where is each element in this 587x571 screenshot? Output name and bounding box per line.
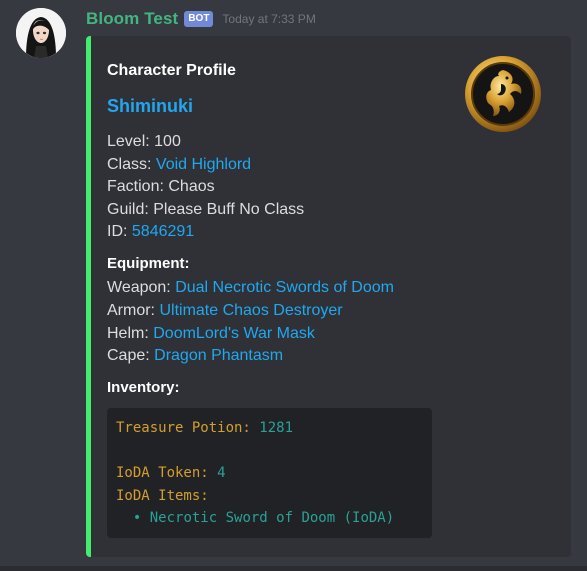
character-name: Shiminuki — [107, 96, 194, 116]
id-link[interactable]: 5846291 — [132, 223, 194, 240]
stat-class: Class: Void Highlord — [107, 154, 304, 177]
code-label: IoDA Token: — [116, 465, 218, 481]
username[interactable]: Bloom Test — [86, 9, 178, 29]
stat-faction: Faction: Chaos — [107, 176, 304, 199]
stat-label: Class: — [107, 155, 156, 173]
equip-cape: Cape: Dragon Phantasm — [107, 345, 394, 368]
treasure-line: Treasure Potion: 1281 — [116, 417, 423, 440]
stat-label: ID: — [107, 223, 132, 240]
armor-link[interactable]: Ultimate Chaos Destroyer — [159, 302, 342, 319]
weapon-link[interactable]: Dual Necrotic Swords of Doom — [175, 279, 394, 296]
embed-thumbnail[interactable] — [463, 54, 543, 134]
stat-label: Faction: — [107, 178, 169, 195]
stat-level: Level: 100 — [107, 131, 304, 154]
avatar[interactable] — [16, 8, 66, 58]
character-stats: Level: 100 Class: Void Highlord Faction:… — [107, 131, 304, 244]
equip-label: Cape: — [107, 347, 155, 365]
code-label: Treasure Potion: — [116, 420, 260, 436]
cape-link[interactable]: Dragon Phantasm — [154, 347, 283, 364]
stat-value: Chaos — [168, 178, 215, 195]
equip-label: Armor: — [107, 301, 160, 319]
bot-message: Bloom Test BOT Today at 7:33 PM Characte… — [0, 0, 587, 571]
code-label: IoDA Items: — [116, 487, 209, 504]
code-value: 1281 — [259, 420, 294, 436]
class-link[interactable]: Void Highlord — [156, 156, 251, 173]
helm-link[interactable]: DoomLord's War Mask — [153, 325, 315, 342]
golden-dragon-emblem-icon — [465, 56, 541, 132]
bottom-divider — [0, 566, 587, 571]
equip-weapon: Weapon: Dual Necrotic Swords of Doom — [107, 277, 394, 300]
stat-id: ID: 5846291 — [107, 221, 304, 244]
timestamp: Today at 7:33 PM — [222, 12, 316, 26]
equipment-list: Weapon: Dual Necrotic Swords of Doom Arm… — [107, 277, 394, 368]
stat-value: Please Buff No Class — [153, 200, 305, 218]
ioda-token-line: IoDA Token: 4 — [116, 462, 423, 485]
anime-girl-avatar-icon — [16, 8, 66, 58]
inventory-codeblock: Treasure Potion: 1281 IoDA Token: 4 IoDA I… — [107, 408, 432, 538]
equip-label: Weapon: — [107, 279, 176, 296]
equip-label: Helm: — [107, 324, 154, 342]
equip-armor: Armor: Ultimate Chaos Destroyer — [107, 300, 394, 323]
ioda-item-line: • Necrotic Sword of Doom (IoDA) — [116, 507, 423, 530]
embed-title: Character Profile — [107, 62, 236, 79]
equip-helm: Helm: DoomLord's War Mask — [107, 323, 394, 346]
embed-card: Character Profile Shiminuki Level: 100 C… — [86, 36, 571, 557]
stat-label: Level: — [107, 133, 155, 150]
inventory-heading: Inventory: — [107, 379, 180, 396]
message-header: Bloom Test BOT Today at 7:33 PM — [86, 8, 316, 30]
bullet: • — [132, 510, 142, 526]
bot-tag: BOT — [184, 11, 214, 27]
ioda-items-line: IoDA Items: — [116, 485, 423, 508]
stat-label: Guild: — [107, 200, 154, 218]
equipment-heading: Equipment: — [107, 255, 190, 272]
stat-guild: Guild: Please Buff No Class — [107, 199, 304, 222]
code-value: 4 — [217, 465, 226, 481]
stat-value: 100 — [154, 133, 181, 150]
code-value: Necrotic Sword of Doom (IoDA) — [149, 510, 395, 526]
